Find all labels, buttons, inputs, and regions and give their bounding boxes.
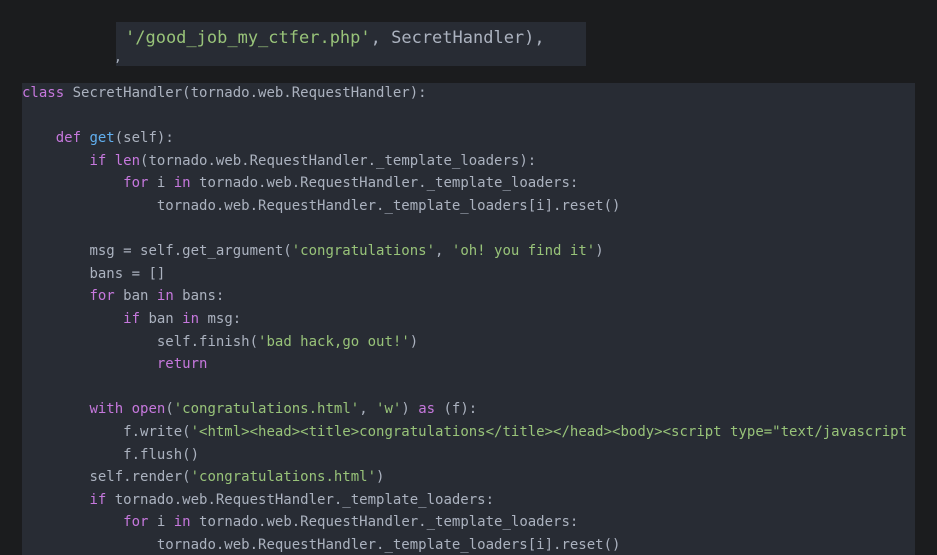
stray-comma: , <box>114 50 122 65</box>
code-token: ( <box>165 401 174 418</box>
code-token: (f): <box>435 401 478 418</box>
route-path-string: '/good_job_my_ctfer.php' <box>125 28 371 48</box>
code-token: tornado.web.RequestHandler._template_loa… <box>190 514 579 531</box>
code-line: tornado.web.RequestHandler._template_loa… <box>157 196 621 216</box>
code-line: for ban in bans: <box>89 286 224 306</box>
code-token: 'congratulations.html' <box>190 469 377 486</box>
code-token: if <box>123 311 141 327</box>
code-token: 'oh! you find it' <box>451 243 596 260</box>
code-token: open <box>131 401 166 418</box>
code-token: , <box>359 401 377 418</box>
code-token: i <box>148 514 174 531</box>
code-token: tornado.web.RequestHandler._template_loa… <box>106 491 495 508</box>
code-token: self.render( <box>89 469 191 486</box>
code-token: if <box>89 152 107 169</box>
code-line: if ban in msg: <box>123 309 241 329</box>
code-token: tornado.web.RequestHandler._template_loa… <box>156 198 621 214</box>
code-line: bans = [] <box>89 264 165 284</box>
code-token: , <box>435 243 452 260</box>
code-token: ban <box>114 288 157 305</box>
code-token: bans: <box>173 288 225 305</box>
code-token: in <box>156 288 174 305</box>
code-token: len <box>114 152 141 169</box>
code-token: for <box>89 288 115 305</box>
code-token: ) <box>409 333 419 350</box>
code-line: return <box>157 354 208 374</box>
code-token: get <box>89 130 115 147</box>
code-line: for i in tornado.web.RequestHandler._tem… <box>123 512 578 532</box>
code-token: msg = self.get_argument( <box>89 243 292 260</box>
code-token: f.write( <box>123 424 191 440</box>
route-handler-text: , SecretHandler), <box>370 28 545 48</box>
code-token: i <box>148 175 174 192</box>
code-token: ) <box>401 401 419 418</box>
screenshot-page: '/good_job_my_ctfer.php', SecretHandler)… <box>0 0 937 555</box>
code-line: if len(tornado.web.RequestHandler._templ… <box>89 151 536 171</box>
code-line: tornado.web.RequestHandler._template_loa… <box>157 535 621 555</box>
code-token: def <box>55 130 82 147</box>
code-token: in <box>173 175 191 192</box>
code-token: (self): <box>114 130 174 147</box>
code-token: tornado.web.RequestHandler._template_loa… <box>156 537 621 553</box>
code-token: 'congratulations.html' <box>173 401 360 418</box>
code-token: self.finish( <box>156 333 259 350</box>
code-block: class SecretHandler(tornado.web.RequestH… <box>22 83 915 555</box>
code-line: self.finish('bad hack,go out!') <box>157 332 418 352</box>
code-token: 'w' <box>376 401 402 418</box>
code-token: as <box>418 401 436 418</box>
top-code-snippet: '/good_job_my_ctfer.php', SecretHandler)… <box>116 22 586 66</box>
page-edge <box>915 83 937 555</box>
code-token: 'congratulations' <box>291 243 436 260</box>
code-token: with <box>89 401 124 418</box>
code-token: (tornado.web.RequestHandler._template_lo… <box>140 152 537 169</box>
code-line: def get(self): <box>56 128 174 148</box>
code-token: return <box>156 356 208 373</box>
code-token: ) <box>376 469 385 486</box>
code-token: class <box>22 85 65 101</box>
code-token: in <box>182 311 200 327</box>
code-token: for <box>123 514 149 531</box>
code-token: ban <box>140 311 183 327</box>
code-line: msg = self.get_argument('congratulations… <box>89 241 603 261</box>
code-line: self.render('congratulations.html') <box>89 467 384 487</box>
code-token: bans = [] <box>89 265 166 282</box>
code-token: f.flush() <box>123 446 200 463</box>
code-token: for <box>123 175 149 192</box>
code-token: tornado.web.RequestHandler._template_loa… <box>190 175 579 192</box>
code-token: ) <box>595 243 604 260</box>
code-line: if tornado.web.RequestHandler._template_… <box>89 490 494 510</box>
code-line: for i in tornado.web.RequestHandler._tem… <box>123 173 578 193</box>
code-line: with open('congratulations.html', 'w') a… <box>89 399 477 419</box>
code-line: f.write('<html><head><title>congratulati… <box>123 422 907 442</box>
code-token: '<html><head><title>congratulations</tit… <box>190 424 908 440</box>
code-line: f.flush() <box>123 445 199 465</box>
code-token: in <box>173 514 191 531</box>
code-token: 'bad hack,go out!' <box>258 333 410 350</box>
code-line: class SecretHandler(tornado.web.RequestH… <box>22 83 427 103</box>
code-token: if <box>89 491 107 508</box>
code-token: msg: <box>199 311 242 327</box>
code-token: SecretHandler(tornado.web.RequestHandler… <box>64 85 427 101</box>
